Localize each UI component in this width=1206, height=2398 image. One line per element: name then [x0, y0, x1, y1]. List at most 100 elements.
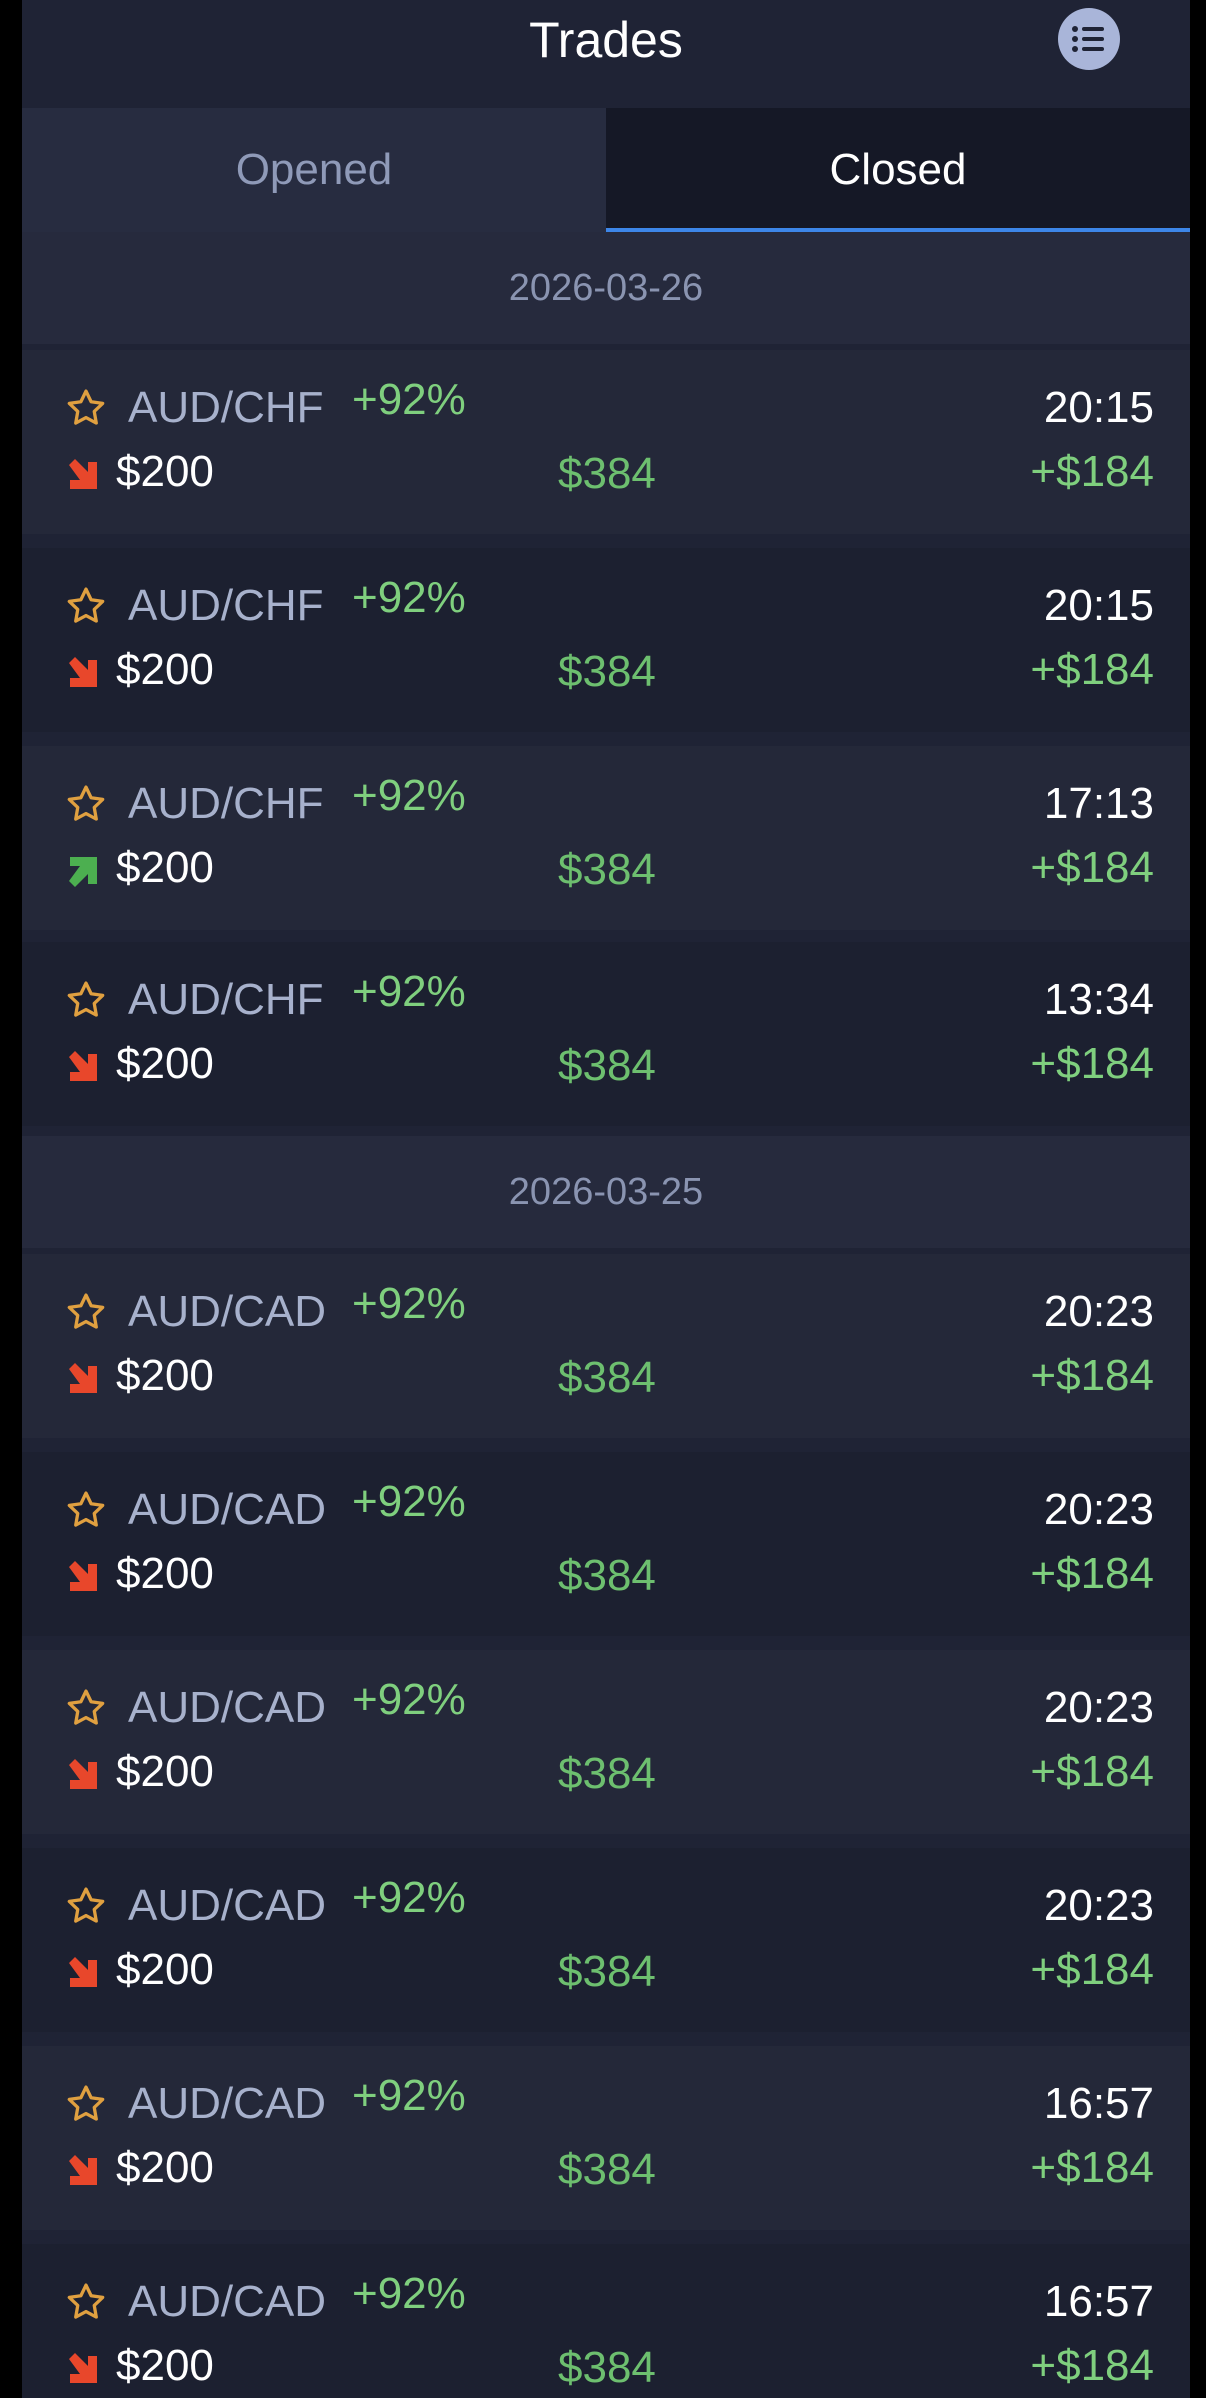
payout-percent: +92% — [352, 2071, 466, 2120]
payout-amount: $384 — [558, 1551, 656, 1600]
header: Trades — [22, 0, 1190, 108]
profit: +$184 — [1030, 645, 1154, 694]
tab-closed[interactable]: Closed — [606, 108, 1190, 232]
trade-amount: $200 — [116, 843, 214, 892]
arrow-down-right-icon — [66, 2352, 100, 2386]
trade-amount: $200 — [116, 1747, 214, 1796]
arrow-down-right-icon — [66, 1758, 100, 1792]
trade-amount: $200 — [116, 447, 214, 496]
arrow-down-right-icon — [66, 458, 100, 492]
payout-percent: +92% — [352, 1279, 466, 1328]
asset-pair: AUD/CAD — [128, 1287, 327, 1336]
trade-time: 20:23 — [1043, 1881, 1154, 1930]
trade-row[interactable]: AUD/CHF +92% 20:15 $200 $384 +$184 — [22, 548, 1190, 732]
asset-pair: AUD/CAD — [128, 2079, 327, 2128]
profit: +$184 — [1030, 447, 1154, 496]
page-title: Trades — [529, 12, 683, 68]
payout-percent: +92% — [352, 375, 466, 424]
trade-amount: $200 — [116, 1945, 214, 1994]
payout-amount: $384 — [558, 1041, 656, 1090]
star-outline-icon[interactable] — [64, 386, 108, 430]
date-header: 2026-03-26 — [22, 232, 1190, 344]
trade-time: 20:15 — [1043, 383, 1154, 432]
trade-row[interactable]: AUD/CHF +92% 13:34 $200 $384 +$184 — [22, 942, 1190, 1126]
list-icon — [1072, 26, 1104, 52]
star-outline-icon[interactable] — [64, 2280, 108, 2324]
trade-time: 20:23 — [1043, 1683, 1154, 1732]
star-outline-icon[interactable] — [64, 1488, 108, 1532]
arrow-down-right-icon — [66, 656, 100, 690]
payout-amount: $384 — [558, 449, 656, 498]
payout-amount: $384 — [558, 1353, 656, 1402]
trade-time: 17:13 — [1043, 779, 1154, 828]
star-outline-icon[interactable] — [64, 1290, 108, 1334]
asset-pair: AUD/CAD — [128, 2277, 327, 2326]
trade-amount: $200 — [116, 1039, 214, 1088]
tab-opened[interactable]: Opened — [22, 108, 606, 232]
asset-pair: AUD/CAD — [128, 1485, 327, 1534]
trade-time: 20:15 — [1043, 581, 1154, 630]
trade-amount: $200 — [116, 1351, 214, 1400]
star-outline-icon[interactable] — [64, 978, 108, 1022]
asset-pair: AUD/CAD — [128, 1881, 327, 1930]
payout-amount: $384 — [558, 1947, 656, 1996]
profit: +$184 — [1030, 1945, 1154, 1994]
star-outline-icon[interactable] — [64, 1884, 108, 1928]
payout-amount: $384 — [558, 845, 656, 894]
trade-row[interactable]: AUD/CAD +92% 20:23 $200 $384 +$184 — [22, 1650, 1190, 1834]
asset-pair: AUD/CHF — [128, 581, 324, 630]
asset-pair: AUD/CAD — [128, 1683, 327, 1732]
profit: +$184 — [1030, 1747, 1154, 1796]
trade-row[interactable]: AUD/CHF +92% 17:13 $200 $384 +$184 — [22, 746, 1190, 930]
trade-row[interactable]: AUD/CAD +92% 20:23 $200 $384 +$184 — [22, 1848, 1190, 2032]
arrow-up-right-icon — [66, 854, 100, 888]
date-header: 2026-03-25 — [22, 1136, 1190, 1248]
trade-amount: $200 — [116, 645, 214, 694]
payout-percent: +92% — [352, 2269, 466, 2318]
profit: +$184 — [1030, 843, 1154, 892]
payout-percent: +92% — [352, 1675, 466, 1724]
asset-pair: AUD/CHF — [128, 779, 324, 828]
tab-bar: Opened Closed — [22, 108, 1190, 232]
trade-row[interactable]: AUD/CAD +92% 16:57 $200 $384 +$184 — [22, 2046, 1190, 2230]
trade-row[interactable]: AUD/CAD +92% 20:23 $200 $384 +$184 — [22, 1254, 1190, 1438]
payout-amount: $384 — [558, 2343, 656, 2392]
star-outline-icon[interactable] — [64, 584, 108, 628]
trade-amount: $200 — [116, 1549, 214, 1598]
arrow-down-right-icon — [66, 1362, 100, 1396]
arrow-down-right-icon — [66, 2154, 100, 2188]
arrow-down-right-icon — [66, 1956, 100, 1990]
trade-row[interactable]: AUD/CHF +92% 20:15 $200 $384 +$184 — [22, 350, 1190, 534]
profit: +$184 — [1030, 1549, 1154, 1598]
menu-button[interactable] — [1058, 8, 1120, 70]
payout-percent: +92% — [352, 967, 466, 1016]
payout-percent: +92% — [352, 1477, 466, 1526]
asset-pair: AUD/CHF — [128, 975, 324, 1024]
trade-time: 16:57 — [1043, 2277, 1154, 2326]
star-outline-icon[interactable] — [64, 2082, 108, 2126]
trade-amount: $200 — [116, 2341, 214, 2390]
trade-time: 20:23 — [1043, 1287, 1154, 1336]
trade-time: 13:34 — [1043, 975, 1154, 1024]
arrow-down-right-icon — [66, 1560, 100, 1594]
trade-time: 20:23 — [1043, 1485, 1154, 1534]
payout-percent: +92% — [352, 573, 466, 622]
trade-row[interactable]: AUD/CAD +92% 16:57 $200 $384 +$184 — [22, 2244, 1190, 2398]
payout-amount: $384 — [558, 2145, 656, 2194]
payout-amount: $384 — [558, 1749, 656, 1798]
profit: +$184 — [1030, 1039, 1154, 1088]
asset-pair: AUD/CHF — [128, 383, 324, 432]
profit: +$184 — [1030, 2143, 1154, 2192]
payout-percent: +92% — [352, 771, 466, 820]
payout-percent: +92% — [352, 1873, 466, 1922]
star-outline-icon[interactable] — [64, 782, 108, 826]
profit: +$184 — [1030, 1351, 1154, 1400]
trades-screen: Trades Opened Closed 2026-03-26 AUD/CHF +9… — [22, 0, 1190, 2398]
star-outline-icon[interactable] — [64, 1686, 108, 1730]
profit: +$184 — [1030, 2341, 1154, 2390]
arrow-down-right-icon — [66, 1050, 100, 1084]
trade-time: 16:57 — [1043, 2079, 1154, 2128]
payout-amount: $384 — [558, 647, 656, 696]
trade-amount: $200 — [116, 2143, 214, 2192]
trade-row[interactable]: AUD/CAD +92% 20:23 $200 $384 +$184 — [22, 1452, 1190, 1636]
